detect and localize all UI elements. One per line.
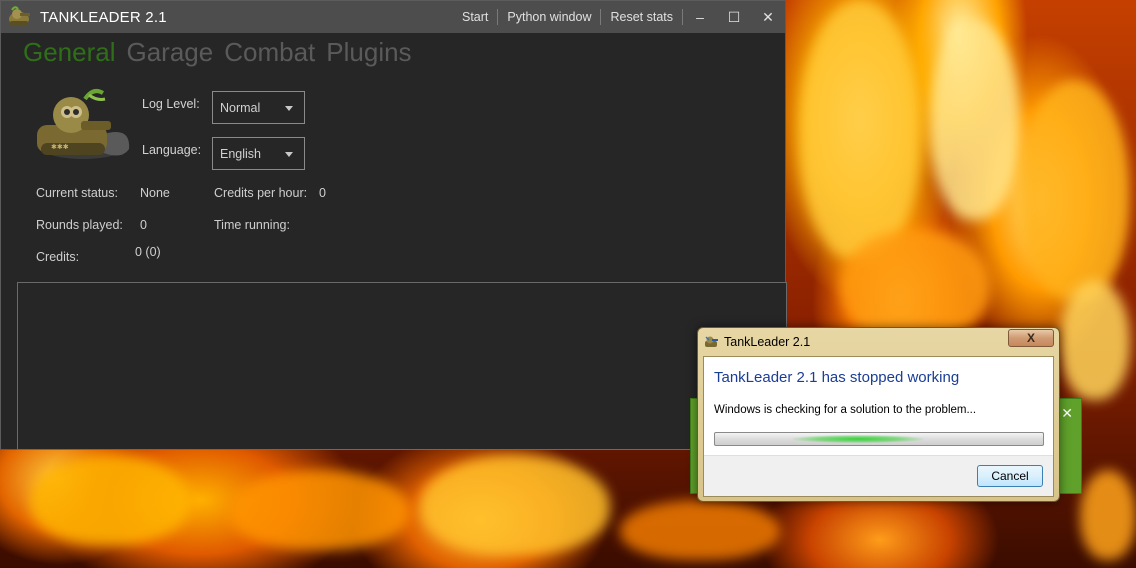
close-button[interactable]: ✕ — [751, 1, 785, 33]
flame-shape — [1060, 280, 1130, 400]
dialog-footer: Cancel — [704, 455, 1053, 496]
rounds-played-label: Rounds played: — [36, 218, 123, 232]
progress-glow — [793, 435, 923, 443]
close-icon: ✕ — [762, 8, 774, 25]
language-dropdown[interactable]: English — [212, 137, 305, 170]
dialog-message: Windows is checking for a solution to th… — [714, 404, 977, 416]
log-level-value: Normal — [220, 100, 261, 115]
flame-shape — [930, 20, 1020, 220]
flame-shape — [620, 500, 780, 560]
maximize-icon: ☐ — [727, 8, 741, 25]
maximize-button[interactable]: ☐ — [717, 1, 751, 33]
tab-general[interactable]: General — [23, 37, 116, 68]
svg-text:✱✱✱: ✱✱✱ — [51, 143, 69, 151]
language-value: English — [220, 146, 261, 161]
current-status-label: Current status: — [36, 186, 118, 200]
flame-shape — [840, 230, 990, 340]
app-title: TANKLEADER 2.1 — [40, 8, 167, 26]
minimize-button[interactable]: – — [683, 1, 717, 33]
dialog-body: TankLeader 2.1 has stopped working Windo… — [703, 356, 1054, 497]
error-dialog: TankLeader 2.1 X TankLeader 2.1 has stop… — [697, 327, 1060, 502]
current-status-value: None — [140, 186, 170, 200]
app-icon — [704, 335, 718, 349]
dialog-title: TankLeader 2.1 — [724, 335, 811, 349]
tab-combat[interactable]: Combat — [224, 37, 315, 68]
flame-shape — [420, 455, 610, 555]
flame-shape — [800, 0, 920, 260]
credits-value: 0 (0) — [135, 245, 161, 259]
main-tabs: General Garage Combat Plugins — [23, 37, 423, 68]
tankleader-window: TANKLEADER 2.1 Start Python window Reset… — [0, 0, 787, 450]
credits-per-hour-label: Credits per hour: — [214, 186, 308, 200]
dialog-close-button[interactable]: X — [1008, 329, 1054, 347]
reset-stats-link[interactable]: Reset stats — [601, 10, 682, 24]
dialog-main-instruction: TankLeader 2.1 has stopped working — [714, 369, 960, 386]
app-titlebar[interactable]: TANKLEADER 2.1 Start Python window Reset… — [1, 1, 785, 33]
minimize-icon: – — [696, 9, 704, 25]
rounds-played-value: 0 — [140, 218, 147, 232]
flame-shape — [1080, 470, 1136, 560]
chevron-down-icon — [285, 106, 293, 111]
language-label: Language: — [142, 143, 202, 157]
log-level-dropdown[interactable]: Normal — [212, 91, 305, 124]
tank-avatar: ✱✱✱ — [31, 85, 135, 167]
tab-garage[interactable]: Garage — [127, 37, 214, 68]
close-icon: X — [1026, 331, 1035, 345]
cancel-button[interactable]: Cancel — [977, 465, 1043, 487]
time-running-label: Time running: — [214, 218, 290, 232]
flame-shape — [1020, 80, 1130, 300]
credits-label: Credits: — [36, 250, 80, 264]
python-window-link[interactable]: Python window — [498, 10, 600, 24]
close-icon[interactable]: ✕ — [1061, 405, 1073, 422]
flame-shape — [30, 455, 190, 545]
log-level-label: Log Level: — [142, 97, 200, 111]
tab-plugins[interactable]: Plugins — [326, 37, 411, 68]
marquee-progress-bar — [714, 432, 1044, 446]
credits-per-hour-value: 0 — [319, 186, 326, 200]
dialog-titlebar[interactable]: TankLeader 2.1 — [704, 332, 810, 352]
start-link[interactable]: Start — [453, 10, 497, 24]
tank-logo-icon — [6, 4, 32, 30]
flame-shape — [230, 470, 410, 550]
log-output-panel[interactable] — [17, 282, 787, 450]
chevron-down-icon — [285, 152, 293, 157]
